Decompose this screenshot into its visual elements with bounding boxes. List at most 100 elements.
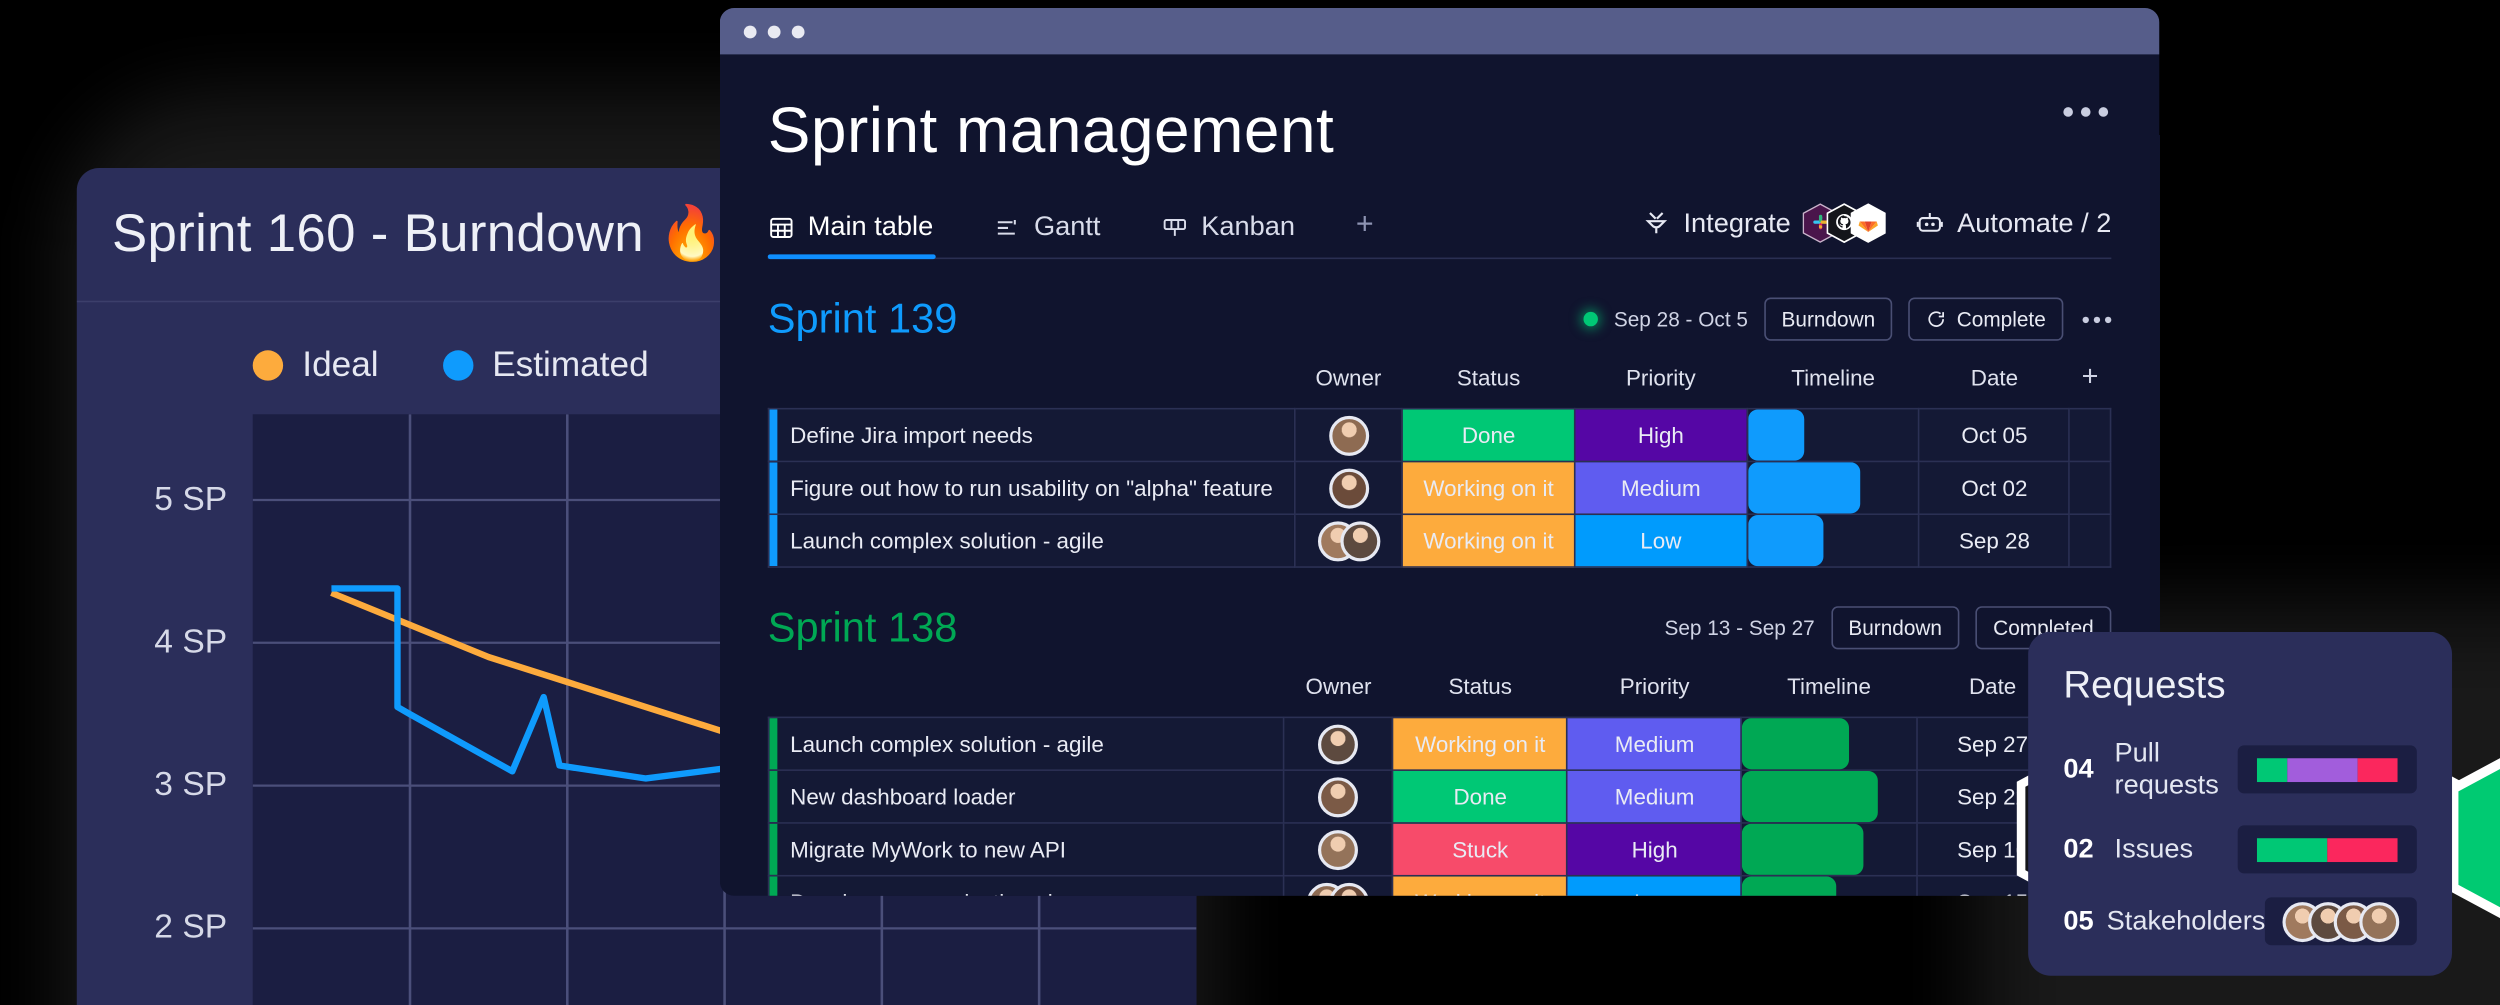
- sprint-table: Owner Status Priority Timeline Date + Define J…: [767, 360, 2112, 568]
- avatar[interactable]: [1318, 776, 1359, 817]
- table-row[interactable]: Launch complex solution - agile Working o…: [767, 716, 2112, 771]
- row-timeline[interactable]: [1740, 822, 1918, 877]
- avatar[interactable]: [2359, 901, 2400, 942]
- row-owner[interactable]: [1283, 874, 1394, 896]
- row-add-cell: [2068, 513, 2112, 568]
- table-row[interactable]: New dashboard loader Done Medium Sep 22: [767, 769, 2112, 824]
- row-task-name[interactable]: Figure out how to run usability on "alph…: [767, 460, 1296, 516]
- integration-avatars[interactable]: [1802, 203, 1886, 244]
- integrate-button[interactable]: Integrate: [1640, 207, 1791, 239]
- row-task-name[interactable]: Migrate MyWork to new API: [767, 822, 1285, 877]
- col-header-date[interactable]: Date: [1919, 360, 2069, 409]
- window-dot-minimize[interactable]: [767, 24, 781, 38]
- request-count: 02: [2063, 833, 2094, 864]
- row-owner[interactable]: [1283, 769, 1394, 824]
- request-label: Issues: [2114, 833, 2194, 864]
- row-priority[interactable]: Medium: [1573, 460, 1748, 516]
- row-status[interactable]: Working on it: [1401, 513, 1576, 568]
- hex-more-integrations[interactable]: +100: [2447, 739, 2500, 919]
- avatar-stack[interactable]: [2282, 901, 2400, 942]
- request-widget: [2237, 745, 2417, 794]
- row-date[interactable]: Sep 28: [1918, 513, 2071, 568]
- row-task-name[interactable]: New dashboard loader: [767, 769, 1285, 824]
- avatar[interactable]: [1318, 723, 1359, 764]
- col-header-status[interactable]: Status: [1393, 669, 1567, 718]
- row-owner[interactable]: [1293, 513, 1404, 568]
- kanban-icon: [1163, 218, 1187, 236]
- row-timeline[interactable]: [1746, 513, 1921, 568]
- row-priority[interactable]: High: [1566, 822, 1743, 877]
- burndown-pill[interactable]: Burndown: [1763, 297, 1893, 341]
- row-priority[interactable]: Medium: [1566, 769, 1743, 824]
- col-header-timeline[interactable]: Timeline: [1747, 360, 1919, 409]
- tab-gantt[interactable]: Gantt: [994, 211, 1133, 257]
- bar-segment: [2358, 757, 2398, 782]
- row-status[interactable]: Working on it: [1392, 874, 1569, 896]
- row-task-name[interactable]: Define Jira import needs: [767, 407, 1296, 463]
- row-timeline[interactable]: [1746, 407, 1921, 463]
- col-header-owner[interactable]: Owner: [1294, 360, 1402, 409]
- add-column-button[interactable]: +: [2070, 360, 2111, 409]
- row-task-name[interactable]: Launch complex solution - agile: [767, 716, 1285, 771]
- row-timeline[interactable]: [1740, 769, 1918, 824]
- tab-main-table[interactable]: Main table: [767, 211, 965, 260]
- tab-label: Kanban: [1201, 211, 1296, 242]
- row-status[interactable]: Done: [1392, 769, 1569, 824]
- status-pill[interactable]: Complete: [1908, 297, 2064, 341]
- col-header-status[interactable]: Status: [1402, 360, 1574, 409]
- col-header-priority[interactable]: Priority: [1575, 360, 1747, 409]
- avatar[interactable]: [1339, 520, 1380, 561]
- request-row[interactable]: 02 Issues: [2063, 825, 2417, 874]
- row-timeline[interactable]: [1746, 460, 1921, 516]
- group-more-menu[interactable]: [2079, 315, 2112, 323]
- request-row[interactable]: 05 Stakeholders: [2063, 897, 2417, 946]
- row-owner[interactable]: [1293, 460, 1404, 516]
- legend-label-estimated: Estimated: [492, 343, 649, 384]
- bar-segment: [2327, 837, 2398, 862]
- row-owner[interactable]: [1293, 407, 1404, 463]
- row-priority[interactable]: High: [1573, 407, 1748, 463]
- add-view-button[interactable]: +: [1356, 208, 1374, 258]
- row-priority[interactable]: Medium: [1566, 716, 1743, 771]
- row-owner[interactable]: [1283, 716, 1394, 771]
- col-header-priority[interactable]: Priority: [1567, 669, 1741, 718]
- row-status[interactable]: Stuck: [1392, 822, 1569, 877]
- tab-label: Main table: [807, 211, 934, 242]
- page-title: Sprint management: [767, 95, 1335, 167]
- request-row[interactable]: 04 Pull requests: [2063, 737, 2417, 801]
- row-status[interactable]: Working on it: [1401, 460, 1576, 516]
- table-row[interactable]: Develop communication plan Working on itL…: [767, 874, 2112, 896]
- avatar[interactable]: [1318, 829, 1359, 870]
- row-timeline[interactable]: [1740, 874, 1918, 896]
- window-dot-close[interactable]: [743, 24, 757, 38]
- avatar[interactable]: [1328, 467, 1369, 508]
- table-row[interactable]: Define Jira import needs Done High Oct 05: [767, 407, 2112, 463]
- row-date[interactable]: Oct 02: [1918, 460, 2071, 516]
- row-status[interactable]: Done: [1401, 407, 1576, 463]
- board-more-menu[interactable]: [2063, 107, 2109, 117]
- row-priority[interactable]: Low: [1573, 513, 1748, 568]
- table-row[interactable]: Figure out how to run usability on "alph…: [767, 460, 2112, 516]
- requests-list: 04 Pull requests 02 Issues 05 Stakeholders: [2063, 737, 2417, 946]
- row-owner[interactable]: [1283, 822, 1394, 877]
- col-header-timeline[interactable]: Timeline: [1742, 669, 1916, 718]
- automate-button[interactable]: Automate / 2: [1914, 207, 2111, 239]
- robot-icon: [1916, 213, 1943, 232]
- row-timeline[interactable]: [1740, 716, 1918, 771]
- window-dot-maximize[interactable]: [791, 24, 805, 38]
- row-status[interactable]: Working on it: [1392, 716, 1569, 771]
- sprint-table: OwnerStatusPriorityTimelineDate+Launch c…: [767, 669, 2112, 896]
- avatar[interactable]: [1328, 415, 1369, 456]
- row-date[interactable]: Oct 05: [1918, 407, 2071, 463]
- legend-item-ideal: Ideal: [252, 344, 379, 386]
- row-priority[interactable]: Low: [1566, 874, 1743, 896]
- table-row[interactable]: Launch complex solution - agile Working o…: [767, 513, 2112, 568]
- row-task-name[interactable]: Develop communication plan: [767, 874, 1285, 896]
- col-header-name: [769, 360, 1295, 409]
- row-task-name[interactable]: Launch complex solution - agile: [767, 513, 1296, 568]
- table-row[interactable]: Migrate MyWork to new API Stuck High Sep 16: [767, 822, 2112, 877]
- burndown-pill[interactable]: Burndown: [1830, 606, 1960, 650]
- legend-item-estimated: Estimated: [442, 343, 649, 386]
- tab-kanban[interactable]: Kanban: [1161, 211, 1327, 257]
- col-header-owner[interactable]: Owner: [1284, 669, 1393, 718]
